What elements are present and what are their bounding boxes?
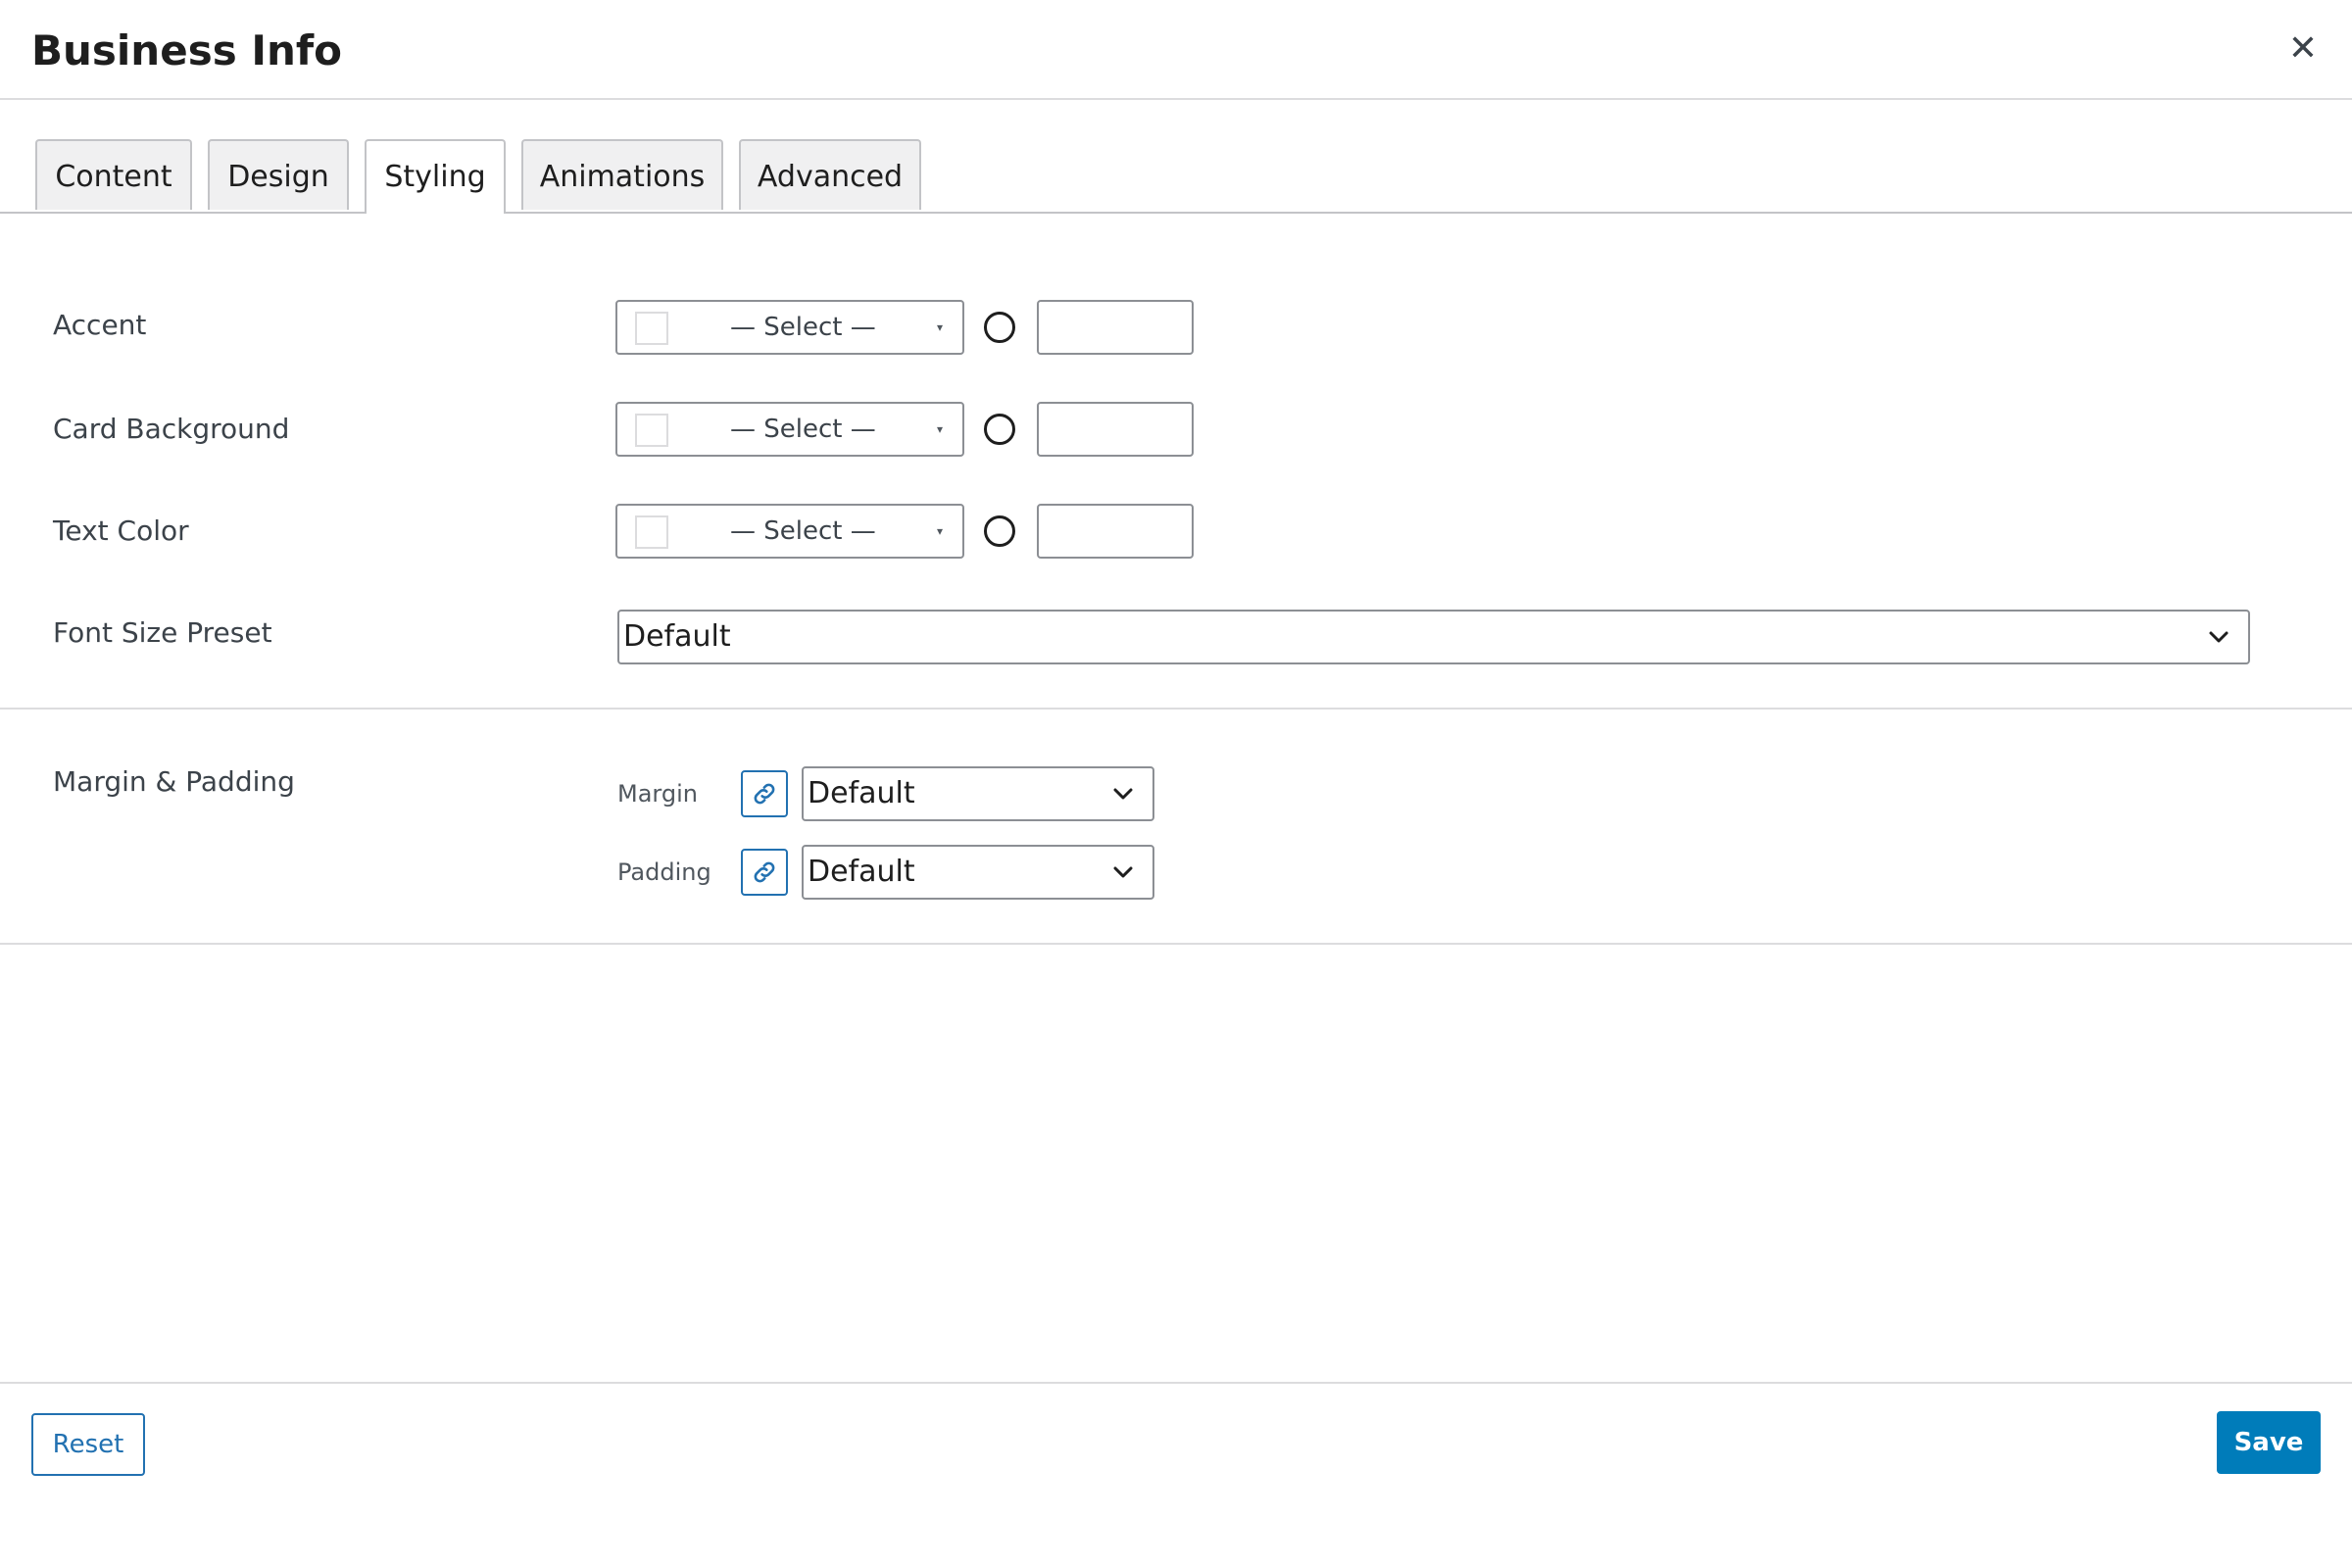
text-color-radio[interactable] xyxy=(984,515,1015,547)
tab-styling[interactable]: Styling xyxy=(365,139,506,214)
reset-button[interactable]: Reset xyxy=(31,1413,145,1476)
card-background-label: Card Background xyxy=(53,413,290,445)
margin-select[interactable]: Default xyxy=(802,766,1154,821)
select-value: Default xyxy=(808,855,915,889)
accent-hex-input[interactable] xyxy=(1037,300,1194,355)
accent-color-select[interactable]: — Select — ▾ xyxy=(615,300,964,355)
link-icon xyxy=(754,861,775,883)
select-placeholder: — Select — xyxy=(730,313,876,342)
tab-design[interactable]: Design xyxy=(208,139,349,210)
tab-advanced[interactable]: Advanced xyxy=(739,139,921,210)
padding-label: Padding xyxy=(617,858,711,886)
margin-label: Margin xyxy=(617,780,698,808)
text-color-select[interactable]: — Select — ▾ xyxy=(615,504,964,559)
select-placeholder: — Select — xyxy=(730,415,876,444)
card-background-hex-input[interactable] xyxy=(1037,402,1194,457)
business-info-modal: Business Info ✕ Content Design Styling A… xyxy=(0,0,2352,1568)
select-placeholder: — Select — xyxy=(730,516,876,546)
close-icon[interactable]: ✕ xyxy=(2283,29,2323,69)
color-swatch xyxy=(635,414,668,447)
section-divider xyxy=(0,708,2352,710)
footer-divider xyxy=(0,1382,2352,1384)
caret-down-icon: ▾ xyxy=(936,422,943,436)
tab-animations[interactable]: Animations xyxy=(521,139,723,210)
accent-radio[interactable] xyxy=(984,312,1015,343)
select-value: Default xyxy=(808,776,915,810)
link-icon xyxy=(754,783,775,805)
card-background-color-select[interactable]: — Select — ▾ xyxy=(615,402,964,457)
color-swatch xyxy=(635,515,668,549)
card-background-radio[interactable] xyxy=(984,414,1015,445)
tab-bar: Content Design Styling Animations Advanc… xyxy=(0,139,2352,214)
chevron-down-icon xyxy=(2209,631,2229,643)
padding-select[interactable]: Default xyxy=(802,845,1154,900)
chevron-down-icon xyxy=(1113,788,1133,800)
caret-down-icon: ▾ xyxy=(936,524,943,538)
caret-down-icon: ▾ xyxy=(936,320,943,334)
text-color-hex-input[interactable] xyxy=(1037,504,1194,559)
modal-header: Business Info ✕ xyxy=(0,0,2352,100)
font-size-preset-select[interactable]: Default xyxy=(617,610,2250,664)
select-value: Default xyxy=(623,619,731,654)
save-button[interactable]: Save xyxy=(2217,1411,2321,1474)
font-size-preset-label: Font Size Preset xyxy=(53,616,272,649)
section-divider xyxy=(0,943,2352,945)
modal-title: Business Info xyxy=(31,26,342,74)
tab-content[interactable]: Content xyxy=(35,139,192,210)
padding-link-button[interactable] xyxy=(741,849,788,896)
color-swatch xyxy=(635,312,668,345)
margin-link-button[interactable] xyxy=(741,770,788,817)
text-color-label: Text Color xyxy=(53,514,189,547)
chevron-down-icon xyxy=(1113,866,1133,878)
margin-padding-label: Margin & Padding xyxy=(53,765,295,798)
accent-label: Accent xyxy=(53,309,147,341)
